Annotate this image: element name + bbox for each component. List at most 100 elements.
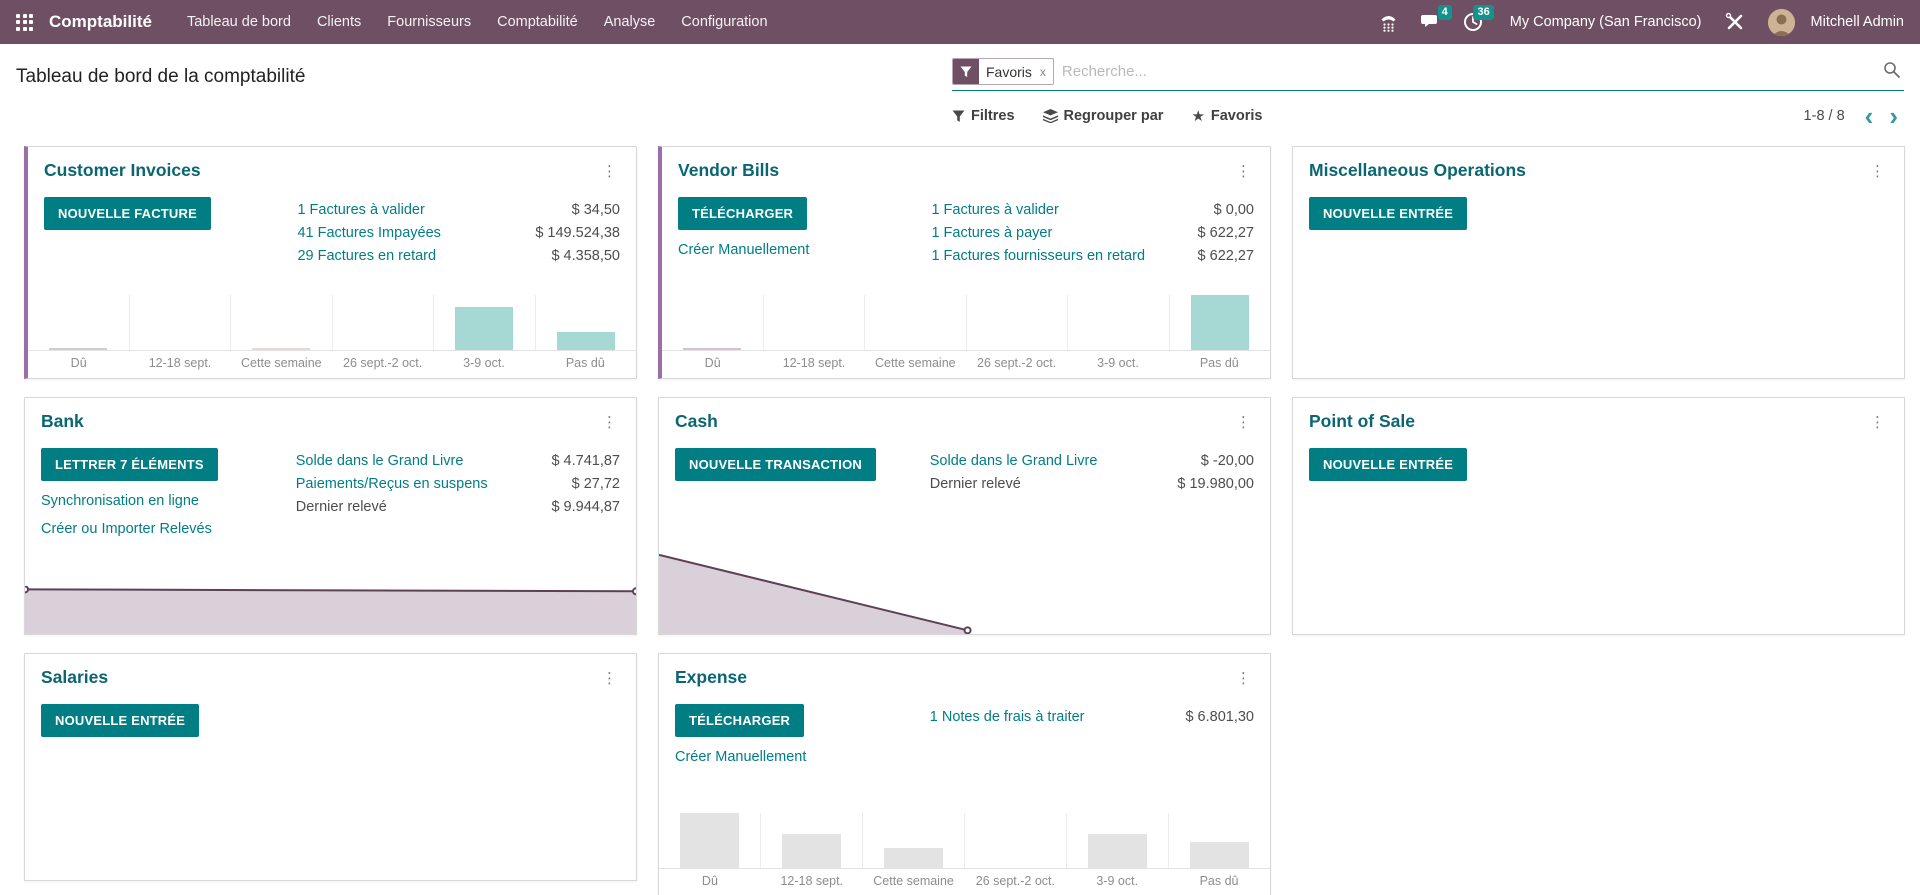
facet-remove-icon[interactable]: x	[1039, 59, 1053, 84]
stat-value: $ -20,00	[1200, 453, 1254, 469]
stat-label[interactable]: Solde dans le Grand Livre	[930, 450, 1098, 473]
chart-bar[interactable]	[252, 348, 311, 350]
user-name[interactable]: Mitchell Admin	[1811, 14, 1904, 30]
apps-grid-icon[interactable]	[16, 13, 33, 31]
kebab-menu-icon[interactable]: ⋮	[1866, 162, 1890, 180]
kebab-menu-icon[interactable]: ⋮	[1232, 162, 1256, 180]
chart-bar[interactable]	[1190, 842, 1249, 868]
current-app-name[interactable]: Comptabilité	[49, 12, 152, 32]
card-link[interactable]: Créer ou Importer Relevés	[41, 521, 212, 537]
menu-item-configuration[interactable]: Configuration	[668, 0, 780, 44]
kebab-menu-icon[interactable]: ⋮	[1232, 669, 1256, 687]
messages-icon[interactable]: 4	[1414, 5, 1452, 37]
bank-primary-button[interactable]: LETTRER 7 ÉLÉMENTS	[41, 448, 218, 481]
kebab-menu-icon[interactable]: ⋮	[1866, 413, 1890, 431]
card-title[interactable]: Miscellaneous Operations	[1309, 160, 1526, 181]
stat-label[interactable]: Paiements/Reçus en suspens	[296, 473, 488, 496]
chart-bar[interactable]	[1088, 834, 1147, 868]
chart-bar[interactable]	[782, 834, 841, 868]
menu-item-fournisseurs[interactable]: Fournisseurs	[374, 0, 484, 44]
card-title[interactable]: Vendor Bills	[678, 160, 779, 181]
chart-slot	[1067, 813, 1169, 868]
chart-slot	[434, 295, 536, 350]
dashboard-card-customer_invoices[interactable]: Customer Invoices ⋮ NOUVELLE FACTURE 1 Fact…	[24, 146, 637, 379]
pager-next-icon[interactable]: ›	[1883, 103, 1904, 129]
activities-clock-icon[interactable]: 36	[1456, 5, 1494, 37]
card-title[interactable]: Salaries	[41, 667, 108, 688]
dashboard-card-cash[interactable]: Cash ⋮ NOUVELLE TRANSACTION Solde dans le G…	[658, 397, 1271, 635]
voip-phone-icon[interactable]	[1372, 7, 1406, 37]
facet-filter-icon	[953, 59, 979, 84]
dashboard-card-point_of_sale[interactable]: Point of Sale ⋮ NOUVELLE ENTRÉE	[1292, 397, 1905, 635]
chart-bar[interactable]	[680, 813, 739, 868]
search-input[interactable]	[1061, 63, 1879, 80]
card-title[interactable]: Customer Invoices	[44, 160, 201, 181]
card-link[interactable]: Créer Manuellement	[675, 749, 806, 765]
stat-label[interactable]: 1 Notes de frais à traiter	[930, 706, 1085, 729]
cash-primary-button[interactable]: NOUVELLE TRANSACTION	[675, 448, 876, 481]
menu-item-tableau-de-bord[interactable]: Tableau de bord	[174, 0, 304, 44]
card-link[interactable]: Créer Manuellement	[678, 242, 809, 258]
chart-bar[interactable]	[49, 348, 108, 350]
kebab-menu-icon[interactable]: ⋮	[598, 162, 622, 180]
dashboard-card-vendor_bills[interactable]: Vendor Bills ⋮ TÉLÉCHARGER Créer Manuelleme…	[658, 146, 1271, 379]
card-stats: 1 Notes de frais à traiter $ 6.801,30	[930, 704, 1254, 765]
chart-bar[interactable]	[884, 848, 943, 868]
point_of_sale-primary-button[interactable]: NOUVELLE ENTRÉE	[1309, 448, 1468, 481]
expense-primary-button[interactable]: TÉLÉCHARGER	[675, 704, 805, 737]
stat-label[interactable]: 29 Factures en retard	[297, 245, 436, 268]
group-by-button[interactable]: Regrouper par	[1042, 108, 1163, 124]
card-title[interactable]: Bank	[41, 411, 84, 432]
stat-row: 1 Notes de frais à traiter $ 6.801,30	[930, 706, 1254, 729]
card-title[interactable]: Point of Sale	[1309, 411, 1415, 432]
chart-axis-label: 12-18 sept.	[782, 356, 846, 370]
developer-tools-icon[interactable]	[1722, 7, 1748, 37]
chart-bar[interactable]	[683, 348, 742, 350]
customer_invoices-primary-button[interactable]: NOUVELLE FACTURE	[44, 197, 211, 230]
kebab-menu-icon[interactable]: ⋮	[1232, 413, 1256, 431]
card-header: Cash ⋮	[659, 398, 1270, 440]
dashboard-card-salaries[interactable]: Salaries ⋮ NOUVELLE ENTRÉE	[24, 653, 637, 881]
card-title[interactable]: Expense	[675, 667, 747, 688]
card-actions: NOUVELLE TRANSACTION	[675, 448, 930, 496]
stat-label[interactable]: 1 Factures à valider	[297, 199, 424, 222]
control-panel: Tableau de bord de la comptabilité Favor…	[0, 44, 1920, 129]
stat-label[interactable]: 41 Factures Impayées	[297, 222, 440, 245]
chart-bar[interactable]	[556, 332, 615, 350]
stat-label[interactable]: 1 Factures fournisseurs en retard	[931, 245, 1145, 268]
card-title[interactable]: Cash	[675, 411, 718, 432]
miscellaneous_operations-primary-button[interactable]: NOUVELLE ENTRÉE	[1309, 197, 1468, 230]
chart-axis-labels: Dû 12-18 sept. Cette semaine 26 sept.-2 oct…	[659, 869, 1270, 895]
chart-bar[interactable]	[455, 307, 514, 350]
kebab-menu-icon[interactable]: ⋮	[598, 413, 622, 431]
dashboard-card-miscellaneous_operations[interactable]: Miscellaneous Operations ⋮ NOUVELLE ENTRÉE	[1292, 146, 1905, 379]
pager-previous-icon[interactable]: ‹	[1859, 103, 1880, 129]
chart-bar[interactable]	[1190, 295, 1249, 350]
card-stats	[1564, 197, 1888, 230]
stat-label[interactable]: Solde dans le Grand Livre	[296, 450, 464, 473]
stat-label[interactable]: 1 Factures à valider	[931, 199, 1058, 222]
menu-item-clients[interactable]: Clients	[304, 0, 374, 44]
kebab-menu-icon[interactable]: ⋮	[598, 669, 622, 687]
chart-axis-label: 26 sept.-2 oct.	[343, 356, 423, 370]
activities-badge: 36	[1473, 5, 1494, 20]
salaries-primary-button[interactable]: NOUVELLE ENTRÉE	[41, 704, 200, 737]
search-options-row: Filtres Regrouper par ★ Favoris 1-8 / 8 …	[952, 103, 1904, 129]
stat-row: 1 Factures à valider $ 0,00	[931, 199, 1254, 222]
stat-label[interactable]: 1 Factures à payer	[931, 222, 1052, 245]
menu-item-comptabilit-[interactable]: Comptabilité	[484, 0, 591, 44]
dashboard-card-bank[interactable]: Bank ⋮ LETTRER 7 ÉLÉMENTS Synchronisation e…	[24, 397, 637, 635]
vendor_bills-primary-button[interactable]: TÉLÉCHARGER	[678, 197, 808, 230]
stat-row: Dernier relevé $ 9.944,87	[296, 496, 620, 519]
user-avatar[interactable]	[1767, 8, 1795, 36]
search-icon[interactable]	[1879, 61, 1904, 83]
chart-point-marker	[632, 587, 636, 596]
chart-axis-label: 12-18 sept.	[780, 874, 844, 888]
company-switcher[interactable]: My Company (San Francisco)	[1498, 14, 1714, 30]
filters-button[interactable]: Filtres	[952, 108, 1015, 124]
dashboard-card-expense[interactable]: Expense ⋮ TÉLÉCHARGER Créer Manuellement 1 N…	[658, 653, 1271, 895]
stat-row: 29 Factures en retard $ 4.358,50	[297, 245, 620, 268]
menu-item-analyse[interactable]: Analyse	[591, 0, 669, 44]
favorites-button[interactable]: ★ Favoris	[1191, 107, 1262, 125]
card-link[interactable]: Synchronisation en ligne	[41, 493, 199, 509]
